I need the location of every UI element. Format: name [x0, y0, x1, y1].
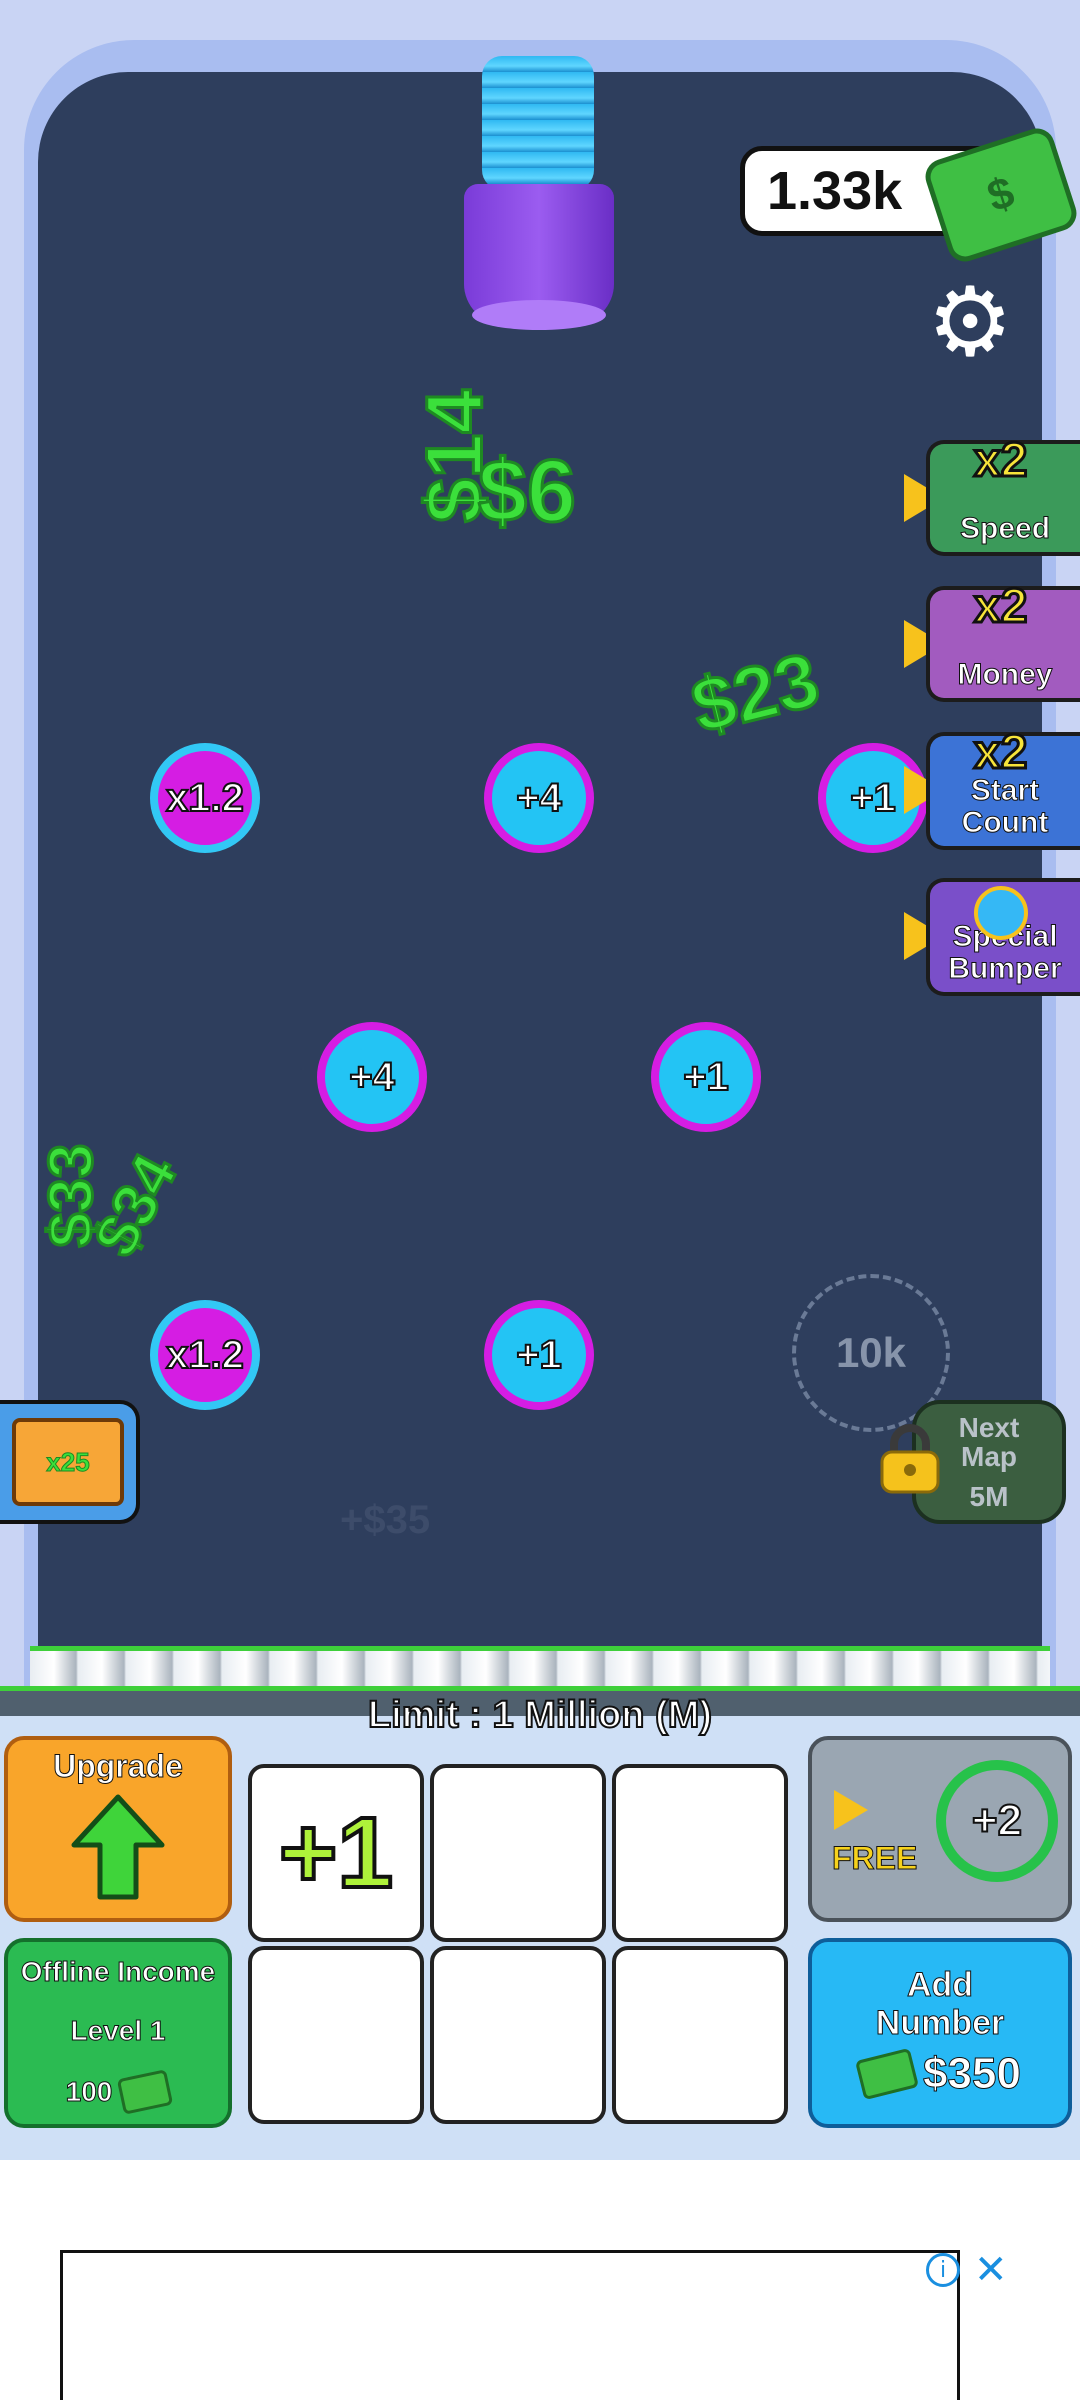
peg-bumper: +4 — [484, 743, 594, 853]
special-bumper-icon — [974, 886, 1028, 940]
money-value: 1.33k — [767, 161, 903, 221]
locked-peg-price: 10k — [835, 1329, 907, 1376]
limit-label: Limit : 1 Million (M) — [367, 1693, 713, 1737]
number-slot[interactable] — [248, 1946, 424, 2124]
add-number-price-row: $350 — [855, 2048, 1022, 2101]
start-count-label: Start Count — [961, 774, 1049, 839]
add-number-price: $350 — [923, 2049, 1022, 2099]
money-boost-button[interactable]: x2 Money — [926, 580, 1080, 702]
settings-gear-icon[interactable]: ⚙ — [927, 274, 1013, 370]
faded-money-text: +$35 — [340, 1498, 431, 1542]
cash-icon — [117, 2069, 174, 2116]
add-number-title: Add Number — [875, 1966, 1005, 2042]
free-number-button[interactable]: FREE +2 — [808, 1736, 1072, 1922]
peg-bumper: x1.2 — [150, 743, 260, 853]
number-slot[interactable] — [612, 1764, 788, 1942]
peg-bumper: x1.2 — [150, 1300, 260, 1410]
number-slot[interactable] — [430, 1946, 606, 2124]
upgrade-button[interactable]: Upgrade — [4, 1736, 232, 1922]
number-slot[interactable] — [430, 1764, 606, 1942]
cash-icon — [855, 2048, 920, 2101]
speed-label: Speed — [959, 511, 1051, 545]
up-arrow-icon — [71, 1794, 165, 1900]
gift-box-button[interactable]: x25 — [0, 1400, 140, 1524]
spike-row — [30, 1646, 1050, 1691]
add-number-button[interactable]: Add Number $350 — [808, 1938, 1072, 2128]
ad-controls: i ✕ — [926, 2250, 1008, 2290]
free-label: FREE — [831, 1840, 918, 1877]
peg-bumper: +1 — [651, 1022, 761, 1132]
offline-income-button[interactable]: Offline Income Level 1 100 — [4, 1938, 232, 2128]
money-x2-badge: x2 — [972, 580, 1028, 634]
peg-bumper: +1 — [484, 1300, 594, 1410]
peg-bumper: +4 — [317, 1022, 427, 1132]
lock-icon — [880, 1424, 940, 1494]
money-label: Money — [957, 657, 1053, 691]
free-number-value: +2 — [936, 1760, 1058, 1882]
gift-box-icon: x25 — [12, 1418, 124, 1506]
ad-banner[interactable] — [60, 2250, 960, 2400]
floating-money-text: $6 — [477, 440, 578, 542]
next-map-price: 5M — [969, 1480, 1009, 1512]
ball-launcher[interactable] — [464, 184, 614, 330]
offline-income-cost-value: 100 — [65, 2076, 113, 2108]
offline-income-title: Offline Income — [20, 1955, 216, 1987]
play-ad-icon — [834, 1790, 868, 1830]
launcher-spring — [482, 56, 594, 190]
ad-info-icon[interactable]: i — [926, 2253, 960, 2287]
ad-close-icon[interactable]: ✕ — [974, 2250, 1008, 2290]
next-map-label: Next Map — [958, 1411, 1020, 1473]
speed-x2-badge: x2 — [972, 434, 1028, 488]
speed-boost-button[interactable]: x2 Speed — [926, 434, 1080, 556]
number-slot[interactable] — [612, 1946, 788, 2124]
offline-income-level: Level 1 — [70, 2014, 166, 2046]
start-count-boost-button[interactable]: x2 Start Count — [926, 726, 1080, 850]
number-slot[interactable]: +1 — [248, 1764, 424, 1942]
upgrade-label: Upgrade — [53, 1748, 184, 1785]
start-count-x2-badge: x2 — [972, 726, 1028, 780]
offline-income-cost: 100 — [65, 2069, 174, 2116]
special-bumper-button[interactable]: Special Bumper — [926, 878, 1080, 996]
